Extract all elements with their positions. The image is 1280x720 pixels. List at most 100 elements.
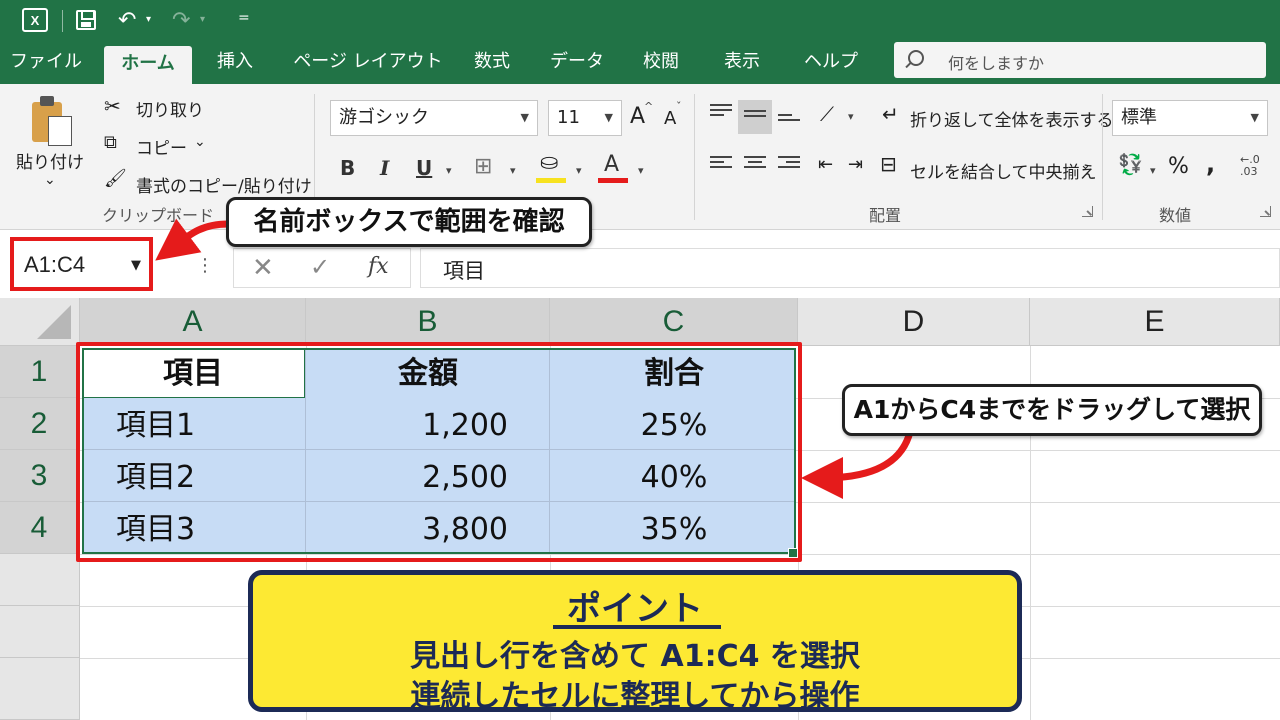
column-header-b[interactable]: B: [306, 298, 550, 346]
formula-buttons: ✕ ✓ fx: [233, 248, 411, 288]
borders-dropdown-icon[interactable]: ▾: [510, 164, 516, 177]
tab-help[interactable]: ヘルプ: [790, 42, 872, 84]
wrap-text-icon[interactable]: ↵: [882, 102, 899, 126]
cut-button[interactable]: 切り取り: [136, 96, 204, 121]
undo-dropdown-icon[interactable]: ▾: [146, 14, 151, 25]
more-options-icon[interactable]: ⋮: [196, 255, 214, 276]
point-line-2: 連続したセルに整理してから操作: [410, 679, 860, 714]
column-header-a[interactable]: A: [80, 298, 306, 346]
bold-button[interactable]: B: [340, 156, 355, 180]
merge-center-icon[interactable]: ⊟: [880, 152, 897, 176]
orientation-dropdown-icon[interactable]: ▾: [848, 110, 854, 123]
borders-icon[interactable]: ⊞: [474, 154, 492, 179]
row-header-2[interactable]: 2: [0, 398, 80, 450]
formula-input[interactable]: 項目: [420, 248, 1280, 288]
tab-home[interactable]: ホーム: [104, 46, 192, 84]
tab-file[interactable]: ファイル: [0, 42, 92, 84]
enter-icon[interactable]: ✓: [310, 253, 330, 281]
name-box[interactable]: A1:C4 ▼: [10, 237, 153, 291]
align-middle-icon[interactable]: [744, 110, 766, 126]
row-header-3[interactable]: 3: [0, 450, 80, 502]
select-all-button[interactable]: [0, 298, 80, 346]
copy-dropdown-icon[interactable]: ⌄: [194, 134, 206, 150]
format-painter-button[interactable]: 書式のコピー/貼り付け: [136, 172, 312, 197]
font-name-select[interactable]: 游ゴシック ▼: [330, 100, 538, 136]
tab-review[interactable]: 校閲: [630, 42, 692, 84]
grow-font-button[interactable]: A: [630, 104, 645, 129]
underline-button[interactable]: U: [416, 156, 432, 180]
tab-data[interactable]: データ: [540, 42, 614, 84]
cell-a1[interactable]: 項目: [82, 348, 304, 400]
increase-indent-icon[interactable]: ⇥: [848, 154, 863, 175]
column-header-d[interactable]: D: [798, 298, 1030, 346]
italic-button[interactable]: I: [380, 156, 389, 180]
align-bottom-icon[interactable]: [778, 114, 800, 130]
redo-icon[interactable]: ↷: [172, 8, 190, 33]
chevron-down-icon: ▼: [604, 111, 613, 124]
tab-formulas[interactable]: 数式: [460, 42, 524, 84]
decrease-indent-icon[interactable]: ⇤: [818, 154, 833, 175]
shrink-font-button[interactable]: A: [664, 108, 676, 129]
tell-me-search-box[interactable]: 何をしますか: [894, 42, 1266, 78]
fill-color-icon[interactable]: ⛀: [540, 150, 558, 175]
cell-a3[interactable]: 項目2: [116, 452, 306, 504]
number-launcher-icon[interactable]: [1260, 206, 1271, 217]
align-left-icon[interactable]: [710, 156, 732, 172]
customize-quick-access-icon[interactable]: =: [238, 10, 250, 26]
column-header-c[interactable]: C: [550, 298, 798, 346]
tab-view[interactable]: 表示: [710, 42, 774, 84]
cell-b1[interactable]: 金額: [306, 348, 550, 400]
paste-dropdown-icon[interactable]: ⌄: [44, 172, 56, 188]
orientation-icon[interactable]: ⟋: [820, 102, 834, 126]
font-color-button[interactable]: A: [604, 152, 619, 177]
font-size-value: 11: [557, 107, 580, 128]
insert-function-icon[interactable]: fx: [368, 254, 389, 279]
cell-c3[interactable]: 40%: [550, 452, 798, 504]
cell-c4[interactable]: 35%: [550, 504, 798, 556]
shrink-font-caret-icon: ˇ: [676, 100, 682, 113]
align-top-icon[interactable]: [710, 104, 732, 120]
cell-a4[interactable]: 項目3: [116, 504, 306, 556]
font-color-dropdown-icon[interactable]: ▾: [638, 164, 644, 177]
redo-dropdown-icon[interactable]: ▾: [200, 14, 205, 25]
cell-c1[interactable]: 割合: [550, 348, 798, 400]
cell-a2[interactable]: 項目1: [116, 400, 306, 452]
cell-b2[interactable]: 1,200: [306, 400, 508, 452]
scissors-icon[interactable]: ✂: [104, 94, 121, 118]
column-header-e[interactable]: E: [1030, 298, 1280, 346]
align-center-icon[interactable]: [744, 156, 766, 172]
tab-page-layout[interactable]: ページ レイアウト: [290, 42, 446, 84]
cell-b4[interactable]: 3,800: [306, 504, 508, 556]
cell-b3[interactable]: 2,500: [306, 452, 508, 504]
tell-me-placeholder: 何をしますか: [948, 54, 1045, 73]
tab-insert[interactable]: 挿入: [204, 42, 266, 84]
undo-icon[interactable]: ↶: [118, 8, 136, 33]
number-format-select[interactable]: 標準 ▼: [1112, 100, 1268, 136]
currency-icon[interactable]: 💱: [1118, 152, 1143, 176]
copy-button[interactable]: コピー: [136, 134, 187, 159]
row-header-empty: [0, 554, 80, 606]
align-right-icon[interactable]: [778, 156, 800, 172]
chevron-down-icon[interactable]: ▼: [131, 258, 141, 273]
increase-decimal-button[interactable]: ←.0 .03: [1240, 154, 1260, 178]
format-painter-icon[interactable]: 🖌: [104, 168, 127, 189]
merge-center-button[interactable]: セルを結合して中央揃え: [910, 158, 1097, 183]
row-header-1[interactable]: 1: [0, 346, 80, 398]
paste-icon[interactable]: [30, 96, 74, 146]
wrap-text-button[interactable]: 折り返して全体を表示する: [910, 106, 1114, 131]
cancel-icon[interactable]: ✕: [252, 253, 274, 283]
cell-c2[interactable]: 25%: [550, 400, 798, 452]
fill-color-dropdown-icon[interactable]: ▾: [576, 164, 582, 177]
font-size-select[interactable]: 11 ▼: [548, 100, 622, 136]
title-bar: X ↶ ▾ ↷ ▾ =: [0, 0, 1280, 42]
copy-icon[interactable]: ⧉: [104, 132, 117, 153]
merge-dropdown-icon[interactable]: ⌄: [1080, 158, 1091, 173]
percent-button[interactable]: %: [1168, 154, 1189, 179]
save-icon[interactable]: [76, 10, 96, 30]
underline-dropdown-icon[interactable]: ▾: [446, 164, 452, 177]
alignment-launcher-icon[interactable]: [1082, 206, 1093, 217]
row-header-4[interactable]: 4: [0, 502, 80, 554]
comma-button[interactable]: ,: [1206, 150, 1215, 178]
paste-button-label[interactable]: 貼り付け: [16, 148, 84, 173]
currency-dropdown-icon[interactable]: ▾: [1150, 164, 1156, 177]
